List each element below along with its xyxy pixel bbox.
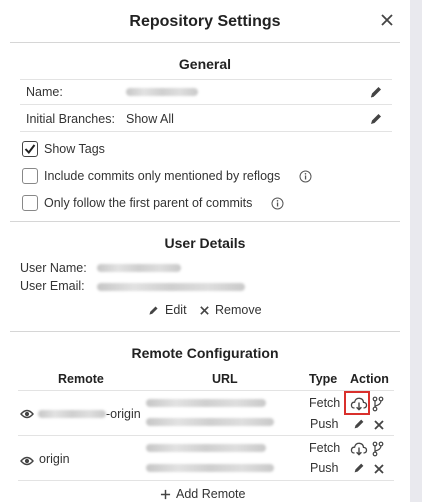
edit-label: Edit <box>165 303 187 317</box>
initial-branches-label: Initial Branches: <box>26 112 115 126</box>
name-value-redacted <box>126 88 198 96</box>
edit-name-pencil-icon[interactable] <box>368 84 384 100</box>
info-icon[interactable] <box>271 197 284 210</box>
eye-icon[interactable] <box>20 454 36 470</box>
remove-label: Remove <box>215 303 262 317</box>
row-divider <box>20 79 392 80</box>
section-title-remote-configuration: Remote Configuration <box>131 345 279 361</box>
type-fetch: Fetch <box>309 396 341 410</box>
type-push: Push <box>310 461 339 475</box>
fetch-url-redacted <box>146 444 266 452</box>
fetch-url-redacted <box>146 399 266 407</box>
delete-remote-close-icon[interactable] <box>373 462 389 478</box>
initial-branches-value: Show All <box>126 112 174 126</box>
delete-remote-close-icon[interactable] <box>373 418 389 434</box>
plus-icon <box>160 489 171 499</box>
dialog-header: Repository Settings <box>0 8 410 38</box>
remote-name: origin <box>39 452 70 466</box>
fetch-cloud-download-icon[interactable] <box>350 441 368 457</box>
branch-icon[interactable] <box>372 441 388 457</box>
user-name-label: User Name: <box>20 261 87 275</box>
user-name-value-redacted <box>97 264 181 272</box>
info-icon[interactable] <box>299 170 312 183</box>
row-divider <box>18 480 394 481</box>
row-divider <box>20 104 392 105</box>
show-tags-checkbox[interactable] <box>22 141 38 157</box>
remote-name-redacted <box>38 410 106 418</box>
section-title-general: General <box>178 56 232 72</box>
edit-user-button[interactable]: Edit <box>147 303 187 317</box>
include-reflogs-checkbox[interactable] <box>22 168 38 184</box>
remote-name-suffix: -origin <box>106 407 141 421</box>
divider <box>10 221 400 222</box>
section-title-user-details: User Details <box>164 235 246 251</box>
column-header-action: Action <box>350 372 389 386</box>
column-header-url: URL <box>212 372 238 386</box>
add-remote-button[interactable]: Add Remote <box>160 487 245 501</box>
edit-remote-pencil-icon[interactable] <box>352 461 368 477</box>
type-push: Push <box>310 417 339 431</box>
pencil-icon <box>149 305 158 315</box>
edit-initial-branches-pencil-icon[interactable] <box>368 111 384 127</box>
remove-user-button[interactable]: Remove <box>199 303 262 317</box>
row-divider <box>20 131 392 132</box>
repository-settings-dialog: Repository Settings General Name: Initia… <box>0 0 422 502</box>
user-email-value-redacted <box>97 283 245 291</box>
first-parent-checkbox[interactable] <box>22 195 38 211</box>
edit-remote-pencil-icon[interactable] <box>352 417 368 433</box>
show-tags-label: Show Tags <box>44 142 105 156</box>
column-header-type: Type <box>309 372 338 386</box>
first-parent-label: Only follow the first parent of commits <box>44 196 253 210</box>
divider <box>10 331 400 332</box>
include-reflogs-label: Include commits only mentioned by reflog… <box>44 169 281 183</box>
row-divider <box>18 390 394 391</box>
push-url-redacted <box>146 418 274 426</box>
dialog-title: Repository Settings <box>129 13 281 30</box>
column-header-remote: Remote <box>58 372 104 386</box>
close-icon[interactable] <box>380 11 394 32</box>
highlight-box <box>344 391 370 415</box>
name-label: Name: <box>26 85 63 99</box>
checkmark-icon <box>24 144 36 155</box>
divider <box>10 42 400 43</box>
close-icon <box>200 305 209 315</box>
eye-icon[interactable] <box>20 407 36 423</box>
branch-icon[interactable] <box>372 396 388 412</box>
push-url-redacted <box>146 464 274 472</box>
add-remote-label: Add Remote <box>176 487 246 501</box>
row-divider <box>18 435 394 436</box>
user-email-label: User Email: <box>20 279 85 293</box>
type-fetch: Fetch <box>309 441 341 455</box>
